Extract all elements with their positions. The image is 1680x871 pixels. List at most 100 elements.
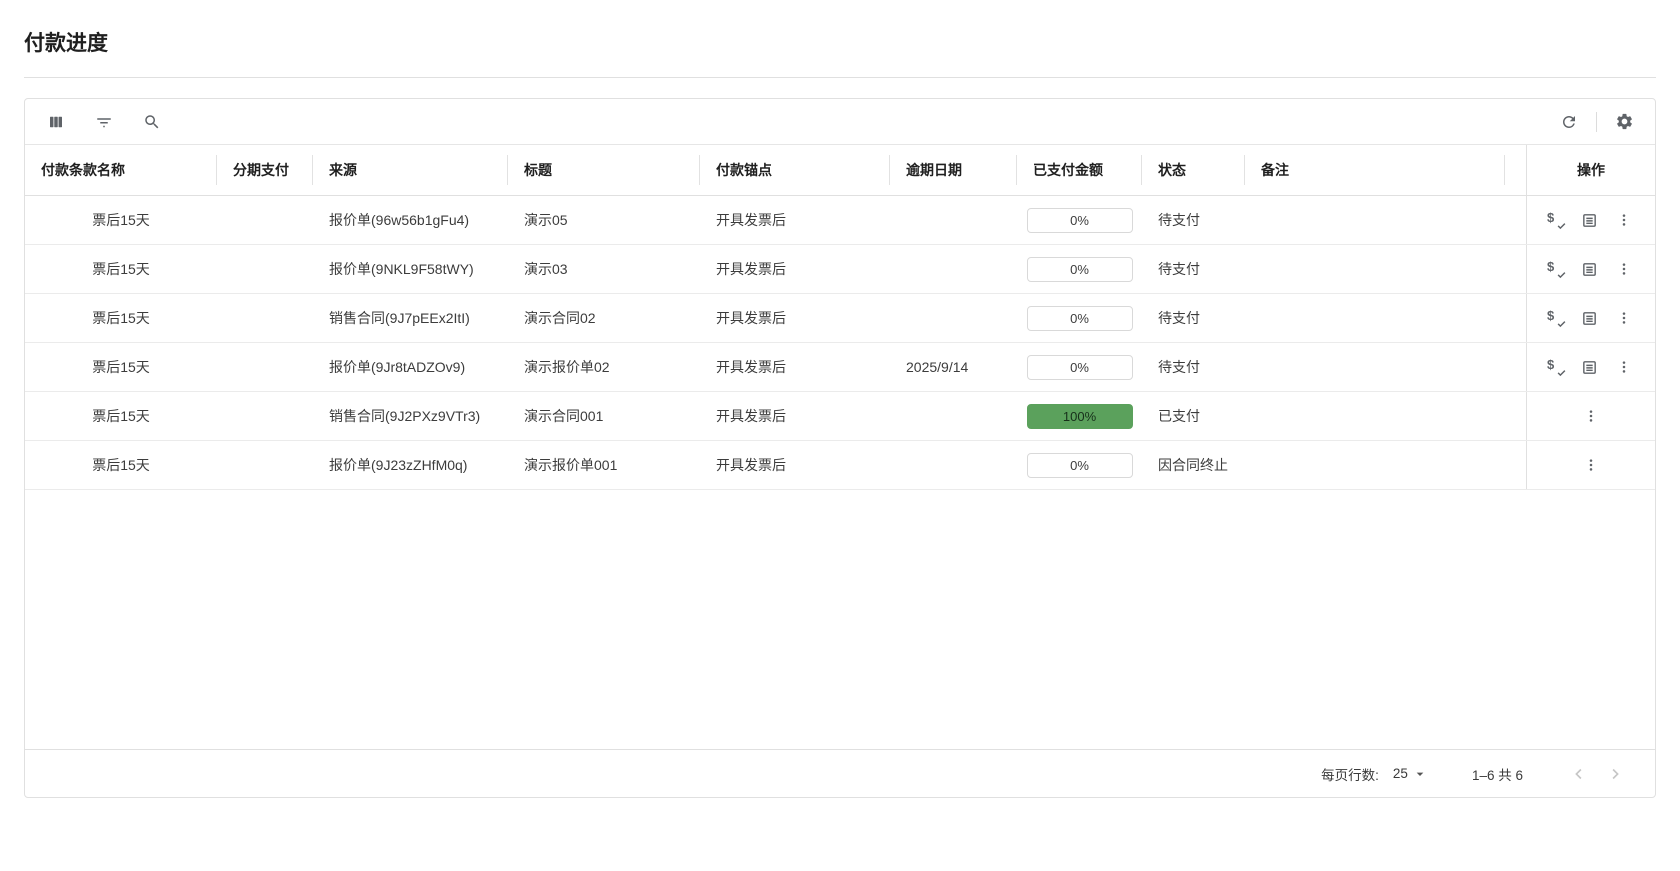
refresh-icon[interactable] xyxy=(1556,109,1582,135)
column-header-terms[interactable]: 付款条款名称 xyxy=(25,145,217,195)
toolbar-divider xyxy=(1596,111,1597,132)
ledger-icon[interactable] xyxy=(1578,307,1600,329)
mark-paid-icon[interactable]: $ xyxy=(1547,260,1566,279)
cell-source: 报价单(9NKL9F58tWY) xyxy=(329,261,474,277)
cell-installment xyxy=(217,196,313,244)
cell-actions xyxy=(1526,392,1655,440)
settings-gear-icon[interactable] xyxy=(1611,109,1637,135)
table-header-row: 付款条款名称 分期支付 来源 标题 付款锚点 逾期日期 已支付金额 状态 备注 … xyxy=(25,145,1655,196)
cell-remark xyxy=(1245,294,1505,342)
cell-title: 演示03 xyxy=(524,261,568,277)
cell-installment xyxy=(217,294,313,342)
cell-terms: 票后15天 xyxy=(92,408,150,424)
more-options-icon[interactable] xyxy=(1613,356,1635,378)
cell-remark xyxy=(1245,196,1505,244)
cell-remark xyxy=(1245,441,1505,489)
cell-installment xyxy=(217,441,313,489)
rows-per-page-select[interactable]: 25 xyxy=(1393,766,1428,782)
table-row[interactable]: 票后15天 销售合同(9J7pEEx2ItI) 演示合同02 开具发票后 0% … xyxy=(25,294,1655,343)
filter-icon[interactable] xyxy=(91,109,117,135)
column-header-actions: 操作 xyxy=(1526,145,1655,195)
column-header-title[interactable]: 标题 xyxy=(508,145,700,195)
table-row[interactable]: 票后15天 报价单(9NKL9F58tWY) 演示03 开具发票后 0% 待支付… xyxy=(25,245,1655,294)
cell-paid: 0% xyxy=(1017,294,1142,342)
cell-anchor: 开具发票后 xyxy=(716,359,786,375)
paid-percent-chip[interactable]: 0% xyxy=(1026,256,1133,282)
pagination-bar: 每页行数: 25 1–6 共 6 xyxy=(25,749,1655,797)
table-row[interactable]: 票后15天 销售合同(9J2PXz9VTr3) 演示合同001 开具发票后 10… xyxy=(25,392,1655,441)
cell-overdue: 2025/9/14 xyxy=(906,359,969,375)
paid-percent-chip[interactable]: 100% xyxy=(1026,403,1133,429)
cell-title: 演示报价单02 xyxy=(524,359,610,375)
next-page-icon[interactable] xyxy=(1601,760,1629,788)
column-header-remark[interactable]: 备注 xyxy=(1245,145,1505,195)
cell-paid: 0% xyxy=(1017,245,1142,293)
cell-source: 报价单(9Jr8tADZOv9) xyxy=(329,359,466,375)
cell-overdue xyxy=(890,245,1017,293)
column-header-overdue[interactable]: 逾期日期 xyxy=(890,145,1017,195)
payment-table-card: 付款条款名称 分期支付 来源 标题 付款锚点 逾期日期 已支付金额 状态 备注 … xyxy=(24,98,1656,798)
mark-paid-icon[interactable]: $ xyxy=(1547,358,1566,377)
table-row[interactable]: 票后15天 报价单(9Jr8tADZOv9) 演示报价单02 开具发票后 202… xyxy=(25,343,1655,392)
more-options-icon[interactable] xyxy=(1613,258,1635,280)
mark-paid-icon[interactable]: $ xyxy=(1547,309,1566,328)
column-header-status[interactable]: 状态 xyxy=(1142,145,1245,195)
more-options-icon[interactable] xyxy=(1613,209,1635,231)
cell-anchor: 开具发票后 xyxy=(716,310,786,326)
paid-percent-chip[interactable]: 0% xyxy=(1026,207,1133,233)
paid-percent-chip[interactable]: 0% xyxy=(1026,305,1133,331)
cell-status: 待支付 xyxy=(1158,212,1200,228)
cell-title: 演示合同001 xyxy=(524,408,604,424)
table-empty-area xyxy=(25,490,1655,749)
cell-source: 销售合同(9J7pEEx2ItI) xyxy=(329,310,470,326)
table-body: 票后15天 报价单(96w56b1gFu4) 演示05 开具发票后 0% 待支付… xyxy=(25,196,1655,490)
payment-progress-page: 付款进度 付款条款名称 分期支付 来源 标题 付款锚点 逾期日期 已支付金额 状… xyxy=(0,0,1680,798)
ledger-icon[interactable] xyxy=(1578,258,1600,280)
column-header-anchor[interactable]: 付款锚点 xyxy=(700,145,890,195)
cell-installment xyxy=(217,245,313,293)
cell-overdue xyxy=(890,392,1017,440)
cell-terms: 票后15天 xyxy=(92,310,150,326)
cell-anchor: 开具发票后 xyxy=(716,261,786,277)
table-row[interactable]: 票后15天 报价单(9J23zZHfM0q) 演示报价单001 开具发票后 0%… xyxy=(25,441,1655,490)
more-options-icon[interactable] xyxy=(1580,454,1602,476)
cell-overdue xyxy=(890,294,1017,342)
cell-status: 已支付 xyxy=(1158,408,1200,424)
cell-overdue xyxy=(890,441,1017,489)
cell-status: 待支付 xyxy=(1158,261,1200,277)
previous-page-icon[interactable] xyxy=(1565,760,1593,788)
more-options-icon[interactable] xyxy=(1580,405,1602,427)
cell-terms: 票后15天 xyxy=(92,359,150,375)
cell-terms: 票后15天 xyxy=(92,212,150,228)
column-header-installment[interactable]: 分期支付 xyxy=(217,145,313,195)
paid-percent-chip[interactable]: 0% xyxy=(1026,354,1133,380)
search-icon[interactable] xyxy=(139,109,165,135)
more-options-icon[interactable] xyxy=(1613,307,1635,329)
cell-status: 待支付 xyxy=(1158,359,1200,375)
cell-actions: $ xyxy=(1526,196,1655,244)
cell-paid: 0% xyxy=(1017,441,1142,489)
cell-source: 报价单(9J23zZHfM0q) xyxy=(329,457,468,473)
cell-overdue xyxy=(890,196,1017,244)
ledger-icon[interactable] xyxy=(1578,209,1600,231)
cell-title: 演示报价单001 xyxy=(524,457,618,473)
paid-percent-chip[interactable]: 0% xyxy=(1026,452,1133,478)
table-toolbar xyxy=(25,99,1655,145)
cell-status: 因合同终止 xyxy=(1158,457,1228,473)
cell-source: 销售合同(9J2PXz9VTr3) xyxy=(329,408,481,424)
page-title: 付款进度 xyxy=(24,32,108,55)
columns-icon[interactable] xyxy=(43,109,69,135)
mark-paid-icon[interactable]: $ xyxy=(1547,211,1566,230)
ledger-icon[interactable] xyxy=(1578,356,1600,378)
cell-terms: 票后15天 xyxy=(92,457,150,473)
column-header-paid[interactable]: 已支付金额 xyxy=(1017,145,1142,195)
cell-remark xyxy=(1245,392,1505,440)
cell-anchor: 开具发票后 xyxy=(716,457,786,473)
cell-status: 待支付 xyxy=(1158,310,1200,326)
table-row[interactable]: 票后15天 报价单(96w56b1gFu4) 演示05 开具发票后 0% 待支付… xyxy=(25,196,1655,245)
column-header-source[interactable]: 来源 xyxy=(313,145,508,195)
cell-terms: 票后15天 xyxy=(92,261,150,277)
cell-actions: $ xyxy=(1526,294,1655,342)
cell-anchor: 开具发票后 xyxy=(716,408,786,424)
cell-source: 报价单(96w56b1gFu4) xyxy=(329,212,470,228)
